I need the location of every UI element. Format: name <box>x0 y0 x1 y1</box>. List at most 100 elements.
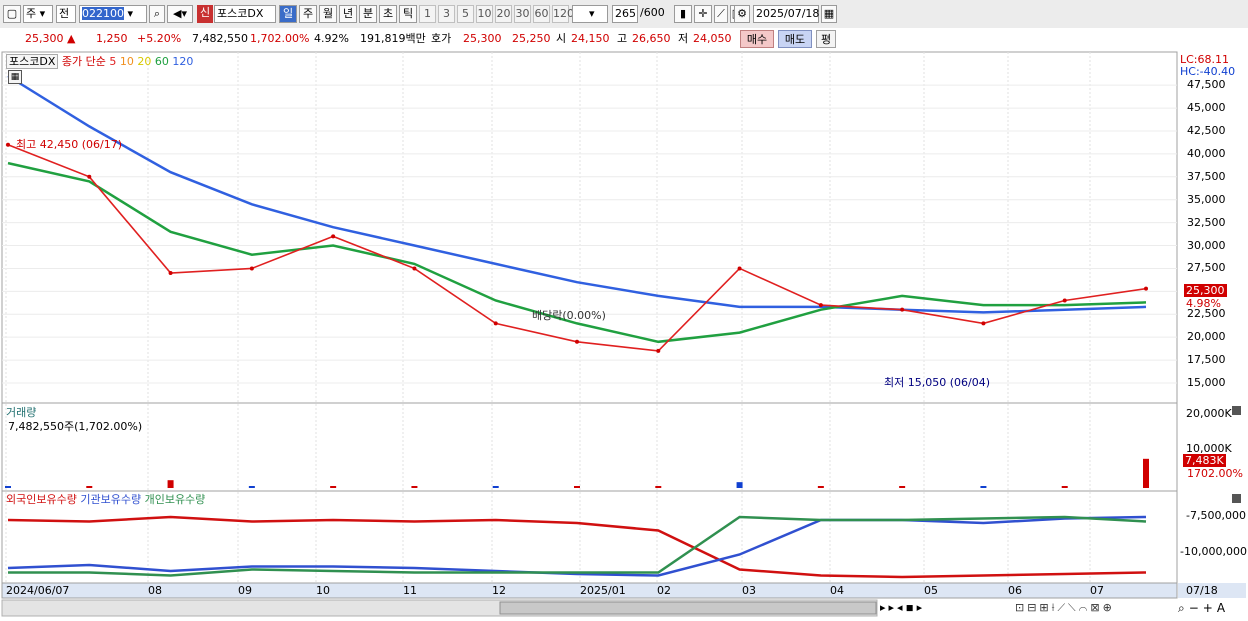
date-axis-label: 2024/06/07 <box>6 584 70 597</box>
date-axis-label: 12 <box>492 584 506 597</box>
quote-bar: 25,300 ▲ 1,250 +5.20% 7,482,550 1,702.00… <box>0 28 1248 51</box>
minute-option[interactable]: 3 <box>438 5 455 23</box>
volume-bar <box>980 486 987 488</box>
interval-select[interactable]: ▾ <box>572 5 608 23</box>
navigation-controls[interactable]: ▸▸◂◾▸ <box>880 601 925 614</box>
chart-area[interactable]: 포스코DX 종가 단순 5 10 20 60 120 ▦ 최고 42,450 (… <box>0 50 1248 621</box>
price-point <box>412 266 417 271</box>
date-axis-label: 02 <box>657 584 671 597</box>
price-point <box>575 339 579 344</box>
price-axis-label: 30,000 <box>1187 238 1226 252</box>
volume-bar <box>492 486 499 488</box>
count-input[interactable]: 265 <box>612 5 638 23</box>
panel-close-icon[interactable] <box>1232 494 1241 503</box>
quote-volume-ratio: 1,702.00% <box>250 32 310 45</box>
volume-panel-frame <box>1 402 1178 492</box>
period-tick[interactable]: 틱 <box>399 5 417 23</box>
minute-option[interactable]: 120 <box>552 5 574 23</box>
high-value: 26,650 <box>632 32 671 45</box>
low-label: 저 <box>678 32 689 45</box>
price-point <box>818 303 823 308</box>
open-label: 시 <box>556 32 567 45</box>
volume-bar <box>736 482 743 488</box>
speaker-icon[interactable]: ◀▾ <box>167 5 193 23</box>
volume-bar <box>574 486 580 488</box>
volume-bar <box>1061 486 1068 488</box>
minute-option[interactable]: 1 <box>419 5 436 23</box>
date-axis-label: 09 <box>238 584 252 597</box>
zoom-controls[interactable]: ⌕−+A <box>1178 601 1229 616</box>
bid-label: 호가 <box>431 32 452 45</box>
sell-button[interactable]: 매도 <box>778 30 812 48</box>
price-point <box>331 234 336 239</box>
period-month[interactable]: 월 <box>319 5 337 23</box>
price-point <box>981 321 986 326</box>
holding-legend: 외국인보유수량 기관보유수량 개인보유수량 <box>6 491 205 507</box>
date-axis-label: 03 <box>742 584 756 597</box>
legend-label: 종가 단순 <box>61 55 106 68</box>
period-week[interactable]: 주 <box>299 5 317 23</box>
price-tag: 25,300 <box>1184 284 1227 297</box>
code-value: 022100 <box>82 7 124 20</box>
search-icon[interactable]: ⌕ <box>149 5 165 23</box>
quote-change: 1,250 <box>96 32 128 45</box>
volume-bar <box>86 486 93 488</box>
minute-option[interactable]: 30 <box>514 5 531 23</box>
stock-legend[interactable]: 포스코DX <box>6 54 59 69</box>
quote-change-pct: +5.20% <box>137 32 182 45</box>
price-point <box>900 307 905 312</box>
period-mode[interactable]: 전 <box>56 5 76 23</box>
volume-bar <box>655 486 662 488</box>
volume-tag-pct: 1702.00% <box>1187 467 1243 480</box>
period-day[interactable]: 일 <box>279 5 297 23</box>
volume-bar <box>330 486 337 488</box>
date-input[interactable]: 2025/07/18 <box>753 5 819 23</box>
candle-icon[interactable]: ▮ <box>674 5 692 23</box>
price-axis-label: 15,000 <box>1187 376 1226 389</box>
holding-axis-label: -10,000,000 <box>1180 545 1247 558</box>
date-axis-label: 05 <box>924 584 938 597</box>
price-axis-label: 45,000 <box>1187 101 1226 115</box>
holding-axis-label: -7,500,000 <box>1186 509 1246 522</box>
legend-ma60: 60 <box>154 55 169 68</box>
eval-button[interactable]: 평 <box>816 30 836 48</box>
chart-svg <box>1 51 1246 617</box>
period-year[interactable]: 년 <box>339 5 357 23</box>
code-input[interactable]: 022100 ▾ <box>79 5 147 23</box>
crosshair-icon[interactable]: ✛ <box>694 5 712 23</box>
minute-option[interactable]: 10 <box>476 5 493 23</box>
low-value: 24,050 <box>693 32 732 45</box>
legend-foreign: 외국인보유수량 <box>6 493 77 506</box>
period-minute[interactable]: 분 <box>359 5 377 23</box>
draw-icon[interactable]: ⟋ <box>714 5 728 23</box>
gear-icon[interactable]: ⚙ <box>734 5 750 23</box>
table-icon[interactable]: ▦ <box>8 70 22 84</box>
dividend-annotation: 배당락(0.00%) <box>532 309 606 322</box>
high-annotation: 최고 42,450 (06/17) <box>16 138 123 151</box>
date-axis-label: 2025/01 <box>580 584 626 597</box>
legend-ma10: 10 <box>119 55 134 68</box>
quote-price: 25,300 ▲ <box>25 32 76 45</box>
price-point <box>6 142 10 147</box>
date-axis-label: 06 <box>1008 584 1022 597</box>
legend-institution: 기관보유수량 <box>80 493 142 506</box>
window-icon[interactable]: ▢ <box>3 5 21 23</box>
buy-button[interactable]: 매수 <box>740 30 774 48</box>
period-second[interactable]: 초 <box>379 5 397 23</box>
calendar-icon[interactable]: ▦ <box>821 5 837 23</box>
minute-option[interactable]: 60 <box>533 5 550 23</box>
panel-close-icon[interactable] <box>1232 406 1241 415</box>
drawing-tools[interactable]: ⊡⊟⊞⟊⟋⟍⌒⊠⊕ <box>1015 601 1115 615</box>
market-select[interactable]: 주 ▾ <box>23 5 53 23</box>
date-axis-label: 11 <box>403 584 417 597</box>
open-value: 24,150 <box>571 32 610 45</box>
high-label: 고 <box>617 32 628 45</box>
count-total: /600 <box>640 6 665 19</box>
minute-option[interactable]: 20 <box>495 5 512 23</box>
hc-readout: HC:-40.40 <box>1180 65 1236 78</box>
price-axis-label: 17,500 <box>1187 353 1226 367</box>
volume-bar <box>5 486 11 488</box>
minute-option[interactable]: 5 <box>457 5 474 23</box>
scrollbar-thumb[interactable] <box>499 601 877 615</box>
stock-name[interactable]: 포스코DX <box>214 5 276 23</box>
